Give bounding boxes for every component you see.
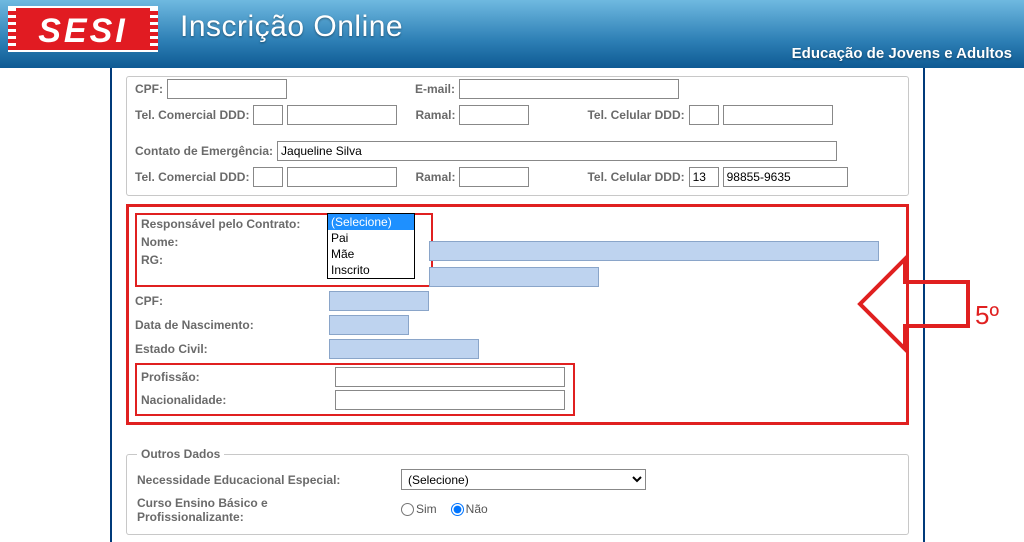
resp-opt-selecione[interactable]: (Selecione): [328, 214, 414, 230]
email-input[interactable]: [459, 79, 679, 99]
curso-sim-radio-wrap[interactable]: Sim: [401, 502, 437, 516]
tel-com-ddd-label: Tel. Comercial DDD:: [135, 108, 249, 122]
responsavel-bottom-highlight: Profissão: Nacionalidade:: [135, 363, 575, 416]
resp-datanasc-label: Data de Nascimento:: [135, 318, 325, 332]
resp-nome-label: Nome:: [141, 235, 331, 249]
emerg-tel-com-ddd-label: Tel. Comercial DDD:: [135, 170, 249, 184]
resp-contrato-select-open[interactable]: (Selecione) Pai Mãe Inscrito: [327, 213, 415, 279]
emerg-ramal-input[interactable]: [459, 167, 529, 187]
contato-emerg-label: Contato de Emergência:: [135, 144, 273, 158]
resp-estcivil-label: Estado Civil:: [135, 342, 325, 356]
resp-cpf-input[interactable]: [329, 291, 429, 311]
emerg-tel-cel-ddd-label: Tel. Celular DDD:: [587, 170, 684, 184]
sesi-logo: SESI: [8, 6, 158, 52]
cpf-input[interactable]: [167, 79, 287, 99]
cpf-label: CPF:: [135, 82, 163, 96]
emerg-tel-cel-ddd-input[interactable]: [689, 167, 719, 187]
resp-opt-pai[interactable]: Pai: [328, 230, 414, 246]
curso-nao-radio-wrap[interactable]: Não: [451, 502, 488, 516]
outros-dados-group: Outros Dados Necessidade Educacional Esp…: [126, 447, 909, 535]
form-container: CPF: E-mail: Tel. Comercial DDD: Ramal: …: [110, 68, 925, 542]
resp-cpf-label: CPF:: [135, 294, 325, 308]
resp-nacionalidade-input[interactable]: [335, 390, 565, 410]
curso-sim-radio[interactable]: [401, 503, 414, 516]
emerg-ramal-label: Ramal:: [415, 170, 455, 184]
resp-rg-input[interactable]: [429, 267, 599, 287]
resp-datanasc-input[interactable]: [329, 315, 409, 335]
tel-com-ddd-input[interactable]: [253, 105, 283, 125]
resp-opt-mae[interactable]: Mãe: [328, 246, 414, 262]
tel-cel-ddd-input[interactable]: [689, 105, 719, 125]
resp-contrato-label: Responsável pelo Contrato:: [141, 217, 331, 231]
annotation-step-label: 5º: [975, 300, 999, 331]
outros-legend: Outros Dados: [137, 447, 224, 461]
resp-profissao-label: Profissão:: [141, 370, 331, 384]
tel-com-num-input[interactable]: [287, 105, 397, 125]
tel-cel-num-input[interactable]: [723, 105, 833, 125]
resp-rg-label: RG:: [141, 253, 331, 267]
curso-sim-label: Sim: [416, 502, 437, 516]
curso-nao-label: Não: [466, 502, 488, 516]
resp-opt-inscrito[interactable]: Inscrito: [328, 262, 414, 278]
curso-nao-radio[interactable]: [451, 503, 464, 516]
responsavel-section-highlight: Responsável pelo Contrato: Nome: RG: (Se…: [126, 204, 909, 425]
app-header: SESI Inscrição Online Educação de Jovens…: [0, 0, 1024, 68]
contact-group: CPF: E-mail: Tel. Comercial DDD: Ramal: …: [126, 76, 909, 196]
tel-cel-ddd-label: Tel. Celular DDD:: [587, 108, 684, 122]
resp-nome-input[interactable]: [429, 241, 879, 261]
contato-emerg-input[interactable]: [277, 141, 837, 161]
resp-nacionalidade-label: Nacionalidade:: [141, 393, 331, 407]
necessidade-label: Necessidade Educacional Especial:: [137, 473, 397, 487]
email-label: E-mail:: [415, 82, 455, 96]
page-subtitle: Educação de Jovens e Adultos: [792, 45, 1012, 62]
ramal-input[interactable]: [459, 105, 529, 125]
resp-estcivil-input[interactable]: [329, 339, 479, 359]
curso-basico-label: Curso Ensino Básico e Profissionalizante…: [137, 496, 397, 524]
resp-profissao-input[interactable]: [335, 367, 565, 387]
necessidade-select[interactable]: (Selecione): [401, 469, 646, 490]
emerg-tel-com-num-input[interactable]: [287, 167, 397, 187]
emerg-tel-cel-num-input[interactable]: [723, 167, 848, 187]
page-title: Inscrição Online: [180, 10, 403, 44]
ramal-label: Ramal:: [415, 108, 455, 122]
emerg-tel-com-ddd-input[interactable]: [253, 167, 283, 187]
